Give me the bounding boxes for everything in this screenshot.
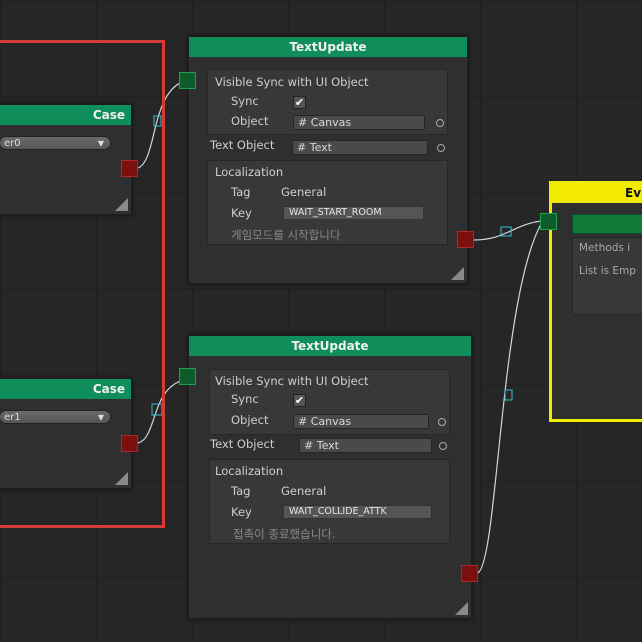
object-label: Object [231,114,269,128]
text-object-field[interactable]: # Text [299,438,432,453]
object-picker-icon[interactable] [438,418,446,426]
textupdate-input-port[interactable] [179,368,196,385]
localization-label: Localization [215,165,284,179]
object-label: Object [231,413,269,427]
case-node-1[interactable]: Case er0 ▼ [0,104,132,215]
case-dropdown-value: er0 [4,138,21,149]
text-object-label: Text Object [210,437,275,451]
tag-value: General [281,185,327,199]
checkmark-icon: ✔ [294,394,305,407]
resize-handle[interactable] [115,198,128,211]
textupdate-output-port[interactable] [457,231,474,248]
textupdate-node-title: TextUpdate [189,336,471,356]
checkmark-icon: ✔ [294,96,305,109]
sync-label: Sync [231,94,259,108]
localization-section: Localization Tag General Key WAIT_START_… [207,160,448,245]
textupdate-input-port[interactable] [179,72,196,89]
chevron-down-icon: ▼ [97,413,104,422]
event-methods-section: Methods i List is Emp [572,237,642,315]
text-object-picker-icon[interactable] [437,144,445,152]
key-label: Key [231,206,252,220]
case-output-port[interactable] [121,435,138,452]
wire-marker [500,226,512,237]
event-node-title: Ev [552,184,642,203]
tag-label: Tag [231,185,251,199]
localization-section: Localization Tag General Key WAIT_COLLID… [209,459,450,544]
visible-sync-label: Visible Sync with UI Object [215,374,369,388]
case-output-port[interactable] [121,160,138,177]
sync-label: Sync [231,392,259,406]
sync-checkbox[interactable]: ✔ [293,96,306,109]
case-dropdown-value: er1 [4,412,21,423]
wire-textupdate1-to-event [473,220,542,241]
text-object-label: Text Object [210,138,275,152]
key-field[interactable]: WAIT_COLLIDE_ATTK [283,505,432,519]
wire-textupdate2-to-event [477,223,542,574]
resize-handle[interactable] [115,472,128,485]
object-field[interactable]: # Canvas [293,115,425,130]
key-field[interactable]: WAIT_START_ROOM [283,206,424,220]
case-dropdown[interactable]: er1 ▼ [0,410,111,424]
resize-handle[interactable] [451,267,464,280]
object-picker-icon[interactable] [436,119,444,127]
visible-sync-section: Visible Sync with UI Object Sync ✔ Objec… [209,369,450,435]
event-node[interactable]: Ev Methods i List is Emp [549,181,642,422]
textupdate-node-1[interactable]: TextUpdate Visible Sync with UI Object S… [188,36,468,284]
list-empty-label: List is Emp [579,265,636,277]
visible-sync-section: Visible Sync with UI Object Sync ✔ Objec… [207,69,448,135]
case-dropdown[interactable]: er0 ▼ [0,136,111,150]
textupdate-output-port[interactable] [461,565,478,582]
localization-label: Localization [215,464,284,478]
localized-text-preview: 게임모드를 시작합니다 [231,228,341,242]
tag-label: Tag [231,484,251,498]
text-object-picker-icon[interactable] [439,442,447,450]
chevron-down-icon: ▼ [97,139,104,148]
textupdate-node-2[interactable]: TextUpdate Visible Sync with UI Object S… [188,335,472,619]
methods-label: Methods i [579,242,631,254]
case-node-2[interactable]: Case er1 ▼ [0,378,132,489]
event-bar[interactable] [572,214,642,234]
object-field[interactable]: # Canvas [293,414,429,429]
text-object-field[interactable]: # Text [292,140,428,155]
localized-text-preview: 접촉이 종료했습니다. [233,527,336,541]
visible-sync-label: Visible Sync with UI Object [215,75,369,89]
resize-handle[interactable] [455,602,468,615]
key-label: Key [231,505,252,519]
case-node-title: Case [0,379,131,399]
event-input-port[interactable] [540,213,557,230]
wire-marker [504,389,513,401]
textupdate-node-title: TextUpdate [189,37,467,57]
case-node-title: Case [0,105,131,125]
sync-checkbox[interactable]: ✔ [293,394,306,407]
tag-value: General [281,484,327,498]
